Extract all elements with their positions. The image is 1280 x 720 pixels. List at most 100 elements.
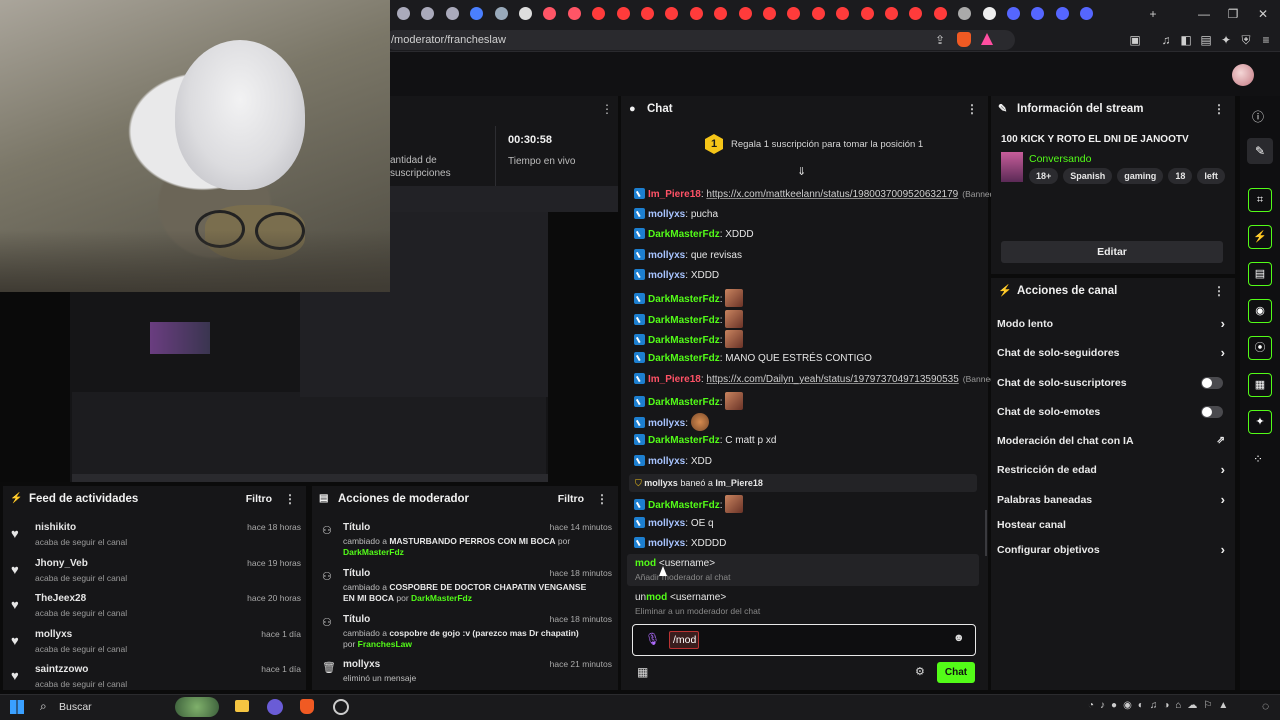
edit-stream-button[interactable]: Editar xyxy=(1001,241,1223,263)
browser-tab[interactable] xyxy=(982,7,996,20)
chat-username[interactable]: mollyxs xyxy=(648,538,685,549)
feed-username[interactable]: Jhony_Veb xyxy=(35,558,88,569)
channel-action-item[interactable]: Chat de solo-suscriptores xyxy=(997,373,1229,393)
channel-action-item[interactable]: Chat de solo-seguidores › xyxy=(997,343,1229,363)
chat-username[interactable]: mollyxs xyxy=(648,270,685,281)
feed-username[interactable]: nishikito xyxy=(35,522,76,533)
maximize-button[interactable]: ❐ xyxy=(1225,6,1241,22)
pinned-toggle-icon[interactable]: ⇓ xyxy=(797,165,806,178)
emote-icon[interactable] xyxy=(690,412,709,431)
browser-tab[interactable] xyxy=(1055,7,1069,20)
browser-tab[interactable] xyxy=(689,7,703,20)
browser-tab[interactable] xyxy=(885,7,898,20)
vpn-icon[interactable]: ⛨ xyxy=(1238,32,1254,48)
chat-username[interactable]: Im_Piere18 xyxy=(648,374,701,385)
browser-tab[interactable] xyxy=(1080,7,1094,20)
chat-input-box[interactable]: 🎙 /mod ☻ xyxy=(632,624,976,656)
new-tab-button[interactable]: + xyxy=(1145,6,1161,22)
stream-tag[interactable]: 18+ xyxy=(1029,168,1059,184)
mod-action-user[interactable]: DarkMasterFdz xyxy=(411,593,472,603)
search-icon[interactable]: ⌕ xyxy=(40,699,47,714)
chat-username[interactable]: DarkMasterFdz xyxy=(648,500,720,511)
media-icon[interactable]: ♫ xyxy=(1158,32,1174,48)
feed-username[interactable]: saintzzowo xyxy=(35,664,88,675)
obs-icon[interactable] xyxy=(333,699,349,715)
system-tray-icons[interactable]: ◔♪●◉◐♫◑⌂☁⚐▲ xyxy=(1088,700,1234,711)
browser-tab[interactable] xyxy=(567,7,581,20)
emoji-icon[interactable]: ☻ xyxy=(953,632,965,644)
stream-preview[interactable] xyxy=(0,212,548,482)
browser-tab[interactable] xyxy=(933,7,947,20)
channel-action-item[interactable]: Moderación del chat con IA ⇗ xyxy=(997,431,1229,451)
brave-icon[interactable] xyxy=(300,699,314,714)
emote-icon[interactable] xyxy=(725,392,744,410)
emote-icon[interactable] xyxy=(725,330,744,349)
browser-tab[interactable] xyxy=(665,7,679,20)
ban-actor[interactable]: mollyxs xyxy=(644,478,678,488)
browser-tab[interactable] xyxy=(958,7,972,20)
suggestion-mod[interactable]: mod <username> Añadir moderador al chat xyxy=(627,554,979,586)
modacts-filter-button[interactable]: Filtro xyxy=(558,486,584,512)
ban-target[interactable]: Im_Piere18 xyxy=(715,478,763,488)
wallet-icon[interactable]: ▤ xyxy=(1198,32,1214,48)
browser-tab[interactable] xyxy=(714,7,728,20)
modacts-menu-icon[interactable]: ⋮ xyxy=(596,486,608,512)
stats-menu-icon[interactable]: ⋮ xyxy=(601,102,613,116)
browser-tab[interactable] xyxy=(909,7,923,20)
start-icon[interactable] xyxy=(10,700,24,714)
category-thumbnail[interactable] xyxy=(1001,152,1023,182)
chat-username[interactable]: mollyxs xyxy=(648,456,685,467)
feed-item[interactable]: ♥ mollyxs acaba de seguir el canal hace 1 d… xyxy=(11,629,301,659)
browser-tab[interactable] xyxy=(836,7,850,20)
channel-action-item[interactable]: Chat de solo-emotes xyxy=(997,402,1229,422)
app-icon[interactable] xyxy=(267,699,283,715)
browser-tab[interactable] xyxy=(543,7,557,20)
chat-username[interactable]: mollyxs xyxy=(648,518,685,529)
feed-item[interactable]: ♥ Jhony_Veb acaba de seguir el canal hace 1… xyxy=(11,558,301,588)
browser-tab[interactable] xyxy=(616,7,630,20)
toggle-switch[interactable] xyxy=(1201,377,1223,389)
close-window-button[interactable]: ✕ xyxy=(1255,6,1271,22)
minimize-button[interactable]: — xyxy=(1196,6,1212,22)
chat-username[interactable]: DarkMasterFdz xyxy=(648,315,720,326)
browser-tab[interactable] xyxy=(519,7,532,20)
browser-tab[interactable] xyxy=(1007,7,1020,20)
channel-action-item[interactable]: Configurar objetivos › xyxy=(997,540,1229,560)
brave-shield-icon[interactable] xyxy=(957,32,971,47)
chat-menu-icon[interactable]: ⋮ xyxy=(966,96,978,122)
emote-icon[interactable] xyxy=(725,309,744,328)
feed-username[interactable]: TheJeex28 xyxy=(35,593,86,604)
chat-link[interactable]: https://x.com/mattkeelann/status/1980037… xyxy=(706,189,958,200)
wrench-icon[interactable]: ✦ xyxy=(1248,410,1272,434)
browser-tab[interactable] xyxy=(1031,7,1045,20)
emote-icon[interactable] xyxy=(725,495,744,513)
file-explorer-icon[interactable] xyxy=(235,700,249,712)
actions-menu-icon[interactable]: ⋮ xyxy=(1213,278,1225,304)
stream-tag[interactable]: gaming xyxy=(1117,168,1164,184)
stream-tag[interactable]: 18 xyxy=(1168,168,1193,184)
browser-tab[interactable] xyxy=(738,7,752,20)
browser-tab[interactable] xyxy=(397,7,410,20)
chat-username[interactable]: DarkMasterFdz xyxy=(648,294,720,305)
chat-scrollbar[interactable] xyxy=(985,510,987,556)
send-chat-button[interactable]: Chat xyxy=(937,662,975,683)
chat-username[interactable]: Im_Piere18 xyxy=(648,189,701,200)
chat-link[interactable]: https://x.com/Dailyn_yeah/status/1979737… xyxy=(706,374,958,385)
channel-action-item[interactable]: Restricción de edad › xyxy=(997,460,1229,480)
feed-username[interactable]: mollyxs xyxy=(35,629,72,640)
sub-gift-promo[interactable]: Regala 1 suscripción para tomar la posic… xyxy=(731,139,923,150)
mod-action-user[interactable]: DarkMasterFdz xyxy=(343,547,404,557)
url-field[interactable]: /moderator/francheslaw xyxy=(385,30,1015,50)
leo-ai-icon[interactable]: ✦ xyxy=(1218,32,1234,48)
browser-tab[interactable] xyxy=(470,7,484,20)
reader-mode-icon[interactable]: ▣ xyxy=(1127,32,1143,48)
feed-item[interactable]: ♥ TheJeex28 acaba de seguir el canal hace 2… xyxy=(11,593,301,623)
gift-icon[interactable]: ▦ xyxy=(637,665,648,679)
browser-tab[interactable] xyxy=(494,7,508,20)
chat-settings-icon[interactable]: ⚙ xyxy=(915,665,925,678)
feed-menu-icon[interactable]: ⋮ xyxy=(284,486,296,512)
layout-icon[interactable]: ▦ xyxy=(1248,373,1272,397)
browser-tab[interactable] xyxy=(421,7,435,20)
info-icon[interactable]: ⓘ xyxy=(1252,108,1264,125)
chat-username[interactable]: DarkMasterFdz xyxy=(648,335,720,346)
